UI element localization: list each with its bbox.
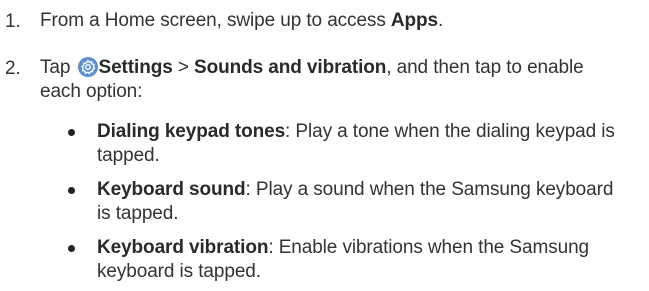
step-number: 1. (5, 11, 21, 32)
bullet-dot (68, 245, 75, 252)
option-text: Keyboard vibration: Enable vibrations wh… (97, 236, 622, 284)
step-number: 2. (5, 58, 21, 79)
option-text: Keyboard sound: Play a sound when the Sa… (97, 178, 622, 226)
settings-gear-icon (77, 57, 98, 77)
step-text: Tap Settings > Sounds and vibration, and… (40, 56, 620, 104)
bullet-dot (68, 129, 75, 136)
step-text-post: . (438, 10, 444, 31)
option-text: Dialing keypad tones: Play a tone when t… (97, 120, 622, 168)
settings-label: Settings (98, 57, 173, 78)
sounds-vibration-label: Sounds and vibration (194, 57, 387, 78)
step-text-pre: Tap (40, 57, 76, 78)
breadcrumb-separator: > (172, 57, 195, 78)
option-title: Dialing keypad tones (97, 121, 286, 142)
step-text: From a Home screen, swipe up to access A… (40, 9, 620, 33)
bullet-dot (68, 187, 75, 194)
step-text-pre: From a Home screen, swipe up to access (40, 10, 391, 31)
option-title: Keyboard sound (97, 179, 246, 200)
option-title: Keyboard vibration (97, 237, 269, 258)
instructions-document: 1. From a Home screen, swipe up to acces… (0, 0, 649, 291)
apps-label: Apps (390, 10, 439, 31)
